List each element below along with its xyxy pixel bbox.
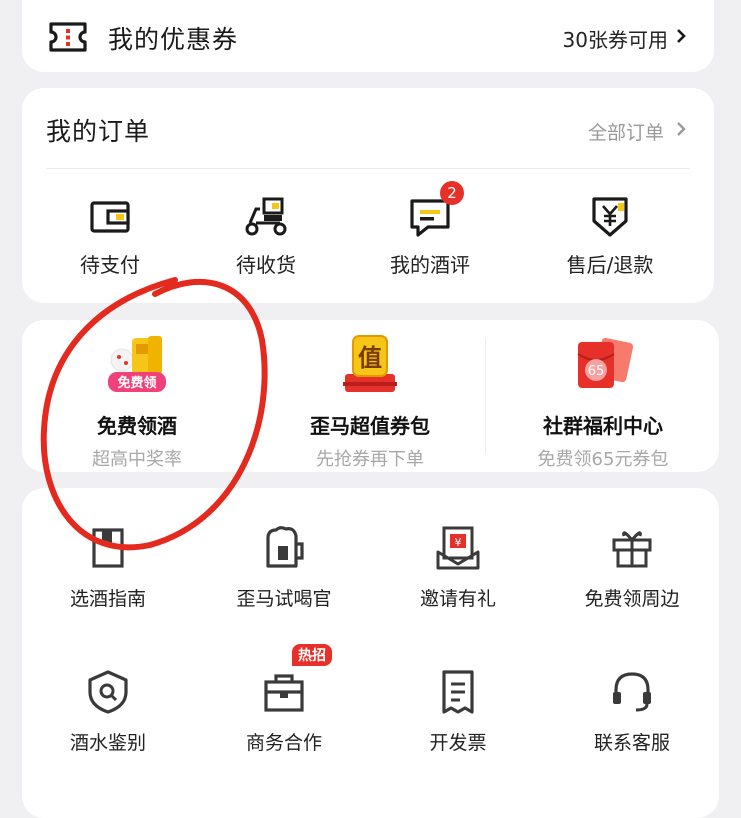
promo-free-wine[interactable]: 免费领 免费领酒 超高中奖率 [22,320,252,472]
coupon-count[interactable]: 30张券可用 [563,24,668,53]
promo-tag: 免费领 [117,375,156,391]
receipt-icon [434,668,482,716]
promo-community-welfare[interactable]: 65 社群福利中心 免费领65元券包 [488,320,718,472]
divider [485,338,486,454]
tool-label: 联系客服 [593,732,670,754]
tool-label: 免费领周边 [584,588,680,610]
tool-free-merch[interactable]: 免费领周边 [552,524,712,611]
tool-wine-guide[interactable]: 选酒指南 [28,524,188,611]
promo-subtitle: 先抢券再下单 [316,449,424,470]
order-pending-payment[interactable]: 待支付 [50,193,170,278]
tools-card: 选酒指南 歪马试喝官 ¥ 邀请有礼 免费领周边 酒水鉴别 热招 商务合作 开发票… [22,488,719,818]
delivery-scooter-icon [242,193,290,241]
chevron-right-icon [676,28,686,44]
tool-business-cooperation[interactable]: 热招 商务合作 [204,644,364,755]
promo-title: 社群福利中心 [543,414,663,438]
order-label: 售后/退款 [566,253,654,277]
promo-tag: 65 [588,364,605,379]
tool-customer-service[interactable]: 联系客服 [552,668,712,755]
promo-title: 歪马超值券包 [310,414,430,438]
tool-label: 歪马试喝官 [236,588,332,610]
tool-label: 酒水鉴别 [69,732,146,754]
comment-icon: 2 [406,181,464,241]
orders-card: 我的订单 全部订单 待支付 待收货 2 我的酒评 售后/退款 [22,88,714,303]
tool-label: 选酒指南 [69,588,146,610]
order-label: 我的酒评 [390,253,470,277]
red-envelope-icon: 65 [568,332,638,398]
briefcase-icon: 热招 [260,644,332,716]
promo-title: 免费领酒 [97,414,177,438]
coupon-title: 我的优惠券 [108,25,239,54]
order-my-reviews[interactable]: 2 我的酒评 [370,181,490,278]
hot-tag: 热招 [292,644,332,666]
value-coupon-icon: 值 [335,332,405,398]
svg-text:¥: ¥ [455,536,462,549]
promo-tag: 值 [358,344,382,372]
ticket-icon [48,20,88,54]
order-pending-delivery[interactable]: 待收货 [206,193,326,278]
tool-label: 开发票 [429,732,487,754]
promo-subtitle: 超高中奖率 [92,449,182,470]
guide-book-icon [84,524,132,572]
yuan-shield-icon [586,193,634,241]
wallet-icon [86,193,134,241]
order-label: 待收货 [236,253,296,277]
divider [46,168,690,169]
search-shield-icon [84,668,132,716]
beer-mug-icon [260,524,308,572]
review-count-badge: 2 [440,181,464,205]
promo-card: 免费领 免费领酒 超高中奖率 值 歪马超值券包 先抢券再下单 65 社群福利中心… [22,320,719,472]
tool-wine-authentication[interactable]: 酒水鉴别 [28,668,188,755]
order-after-sales[interactable]: 售后/退款 [550,193,670,278]
promo-subtitle: 免费领65元券包 [537,449,669,470]
tool-label: 邀请有礼 [419,588,496,610]
tool-invoice[interactable]: 开发票 [378,668,538,755]
free-wine-icon: 免费领 [102,332,172,398]
headset-icon [608,668,656,716]
tool-label: 商务合作 [245,732,322,754]
all-orders-link[interactable]: 全部订单 [588,118,664,145]
gift-box-icon [608,524,656,572]
coupon-card[interactable]: 我的优惠券 30张券可用 [22,0,714,72]
order-label: 待支付 [80,253,140,277]
orders-title: 我的订单 [46,117,151,146]
chevron-right-icon [676,121,686,137]
tool-invite-reward[interactable]: ¥ 邀请有礼 [378,524,538,611]
promo-value-coupons[interactable]: 值 歪马超值券包 先抢券再下单 [255,320,485,472]
tool-tasting-officer[interactable]: 歪马试喝官 [204,524,364,611]
invite-gift-icon: ¥ [434,524,482,572]
